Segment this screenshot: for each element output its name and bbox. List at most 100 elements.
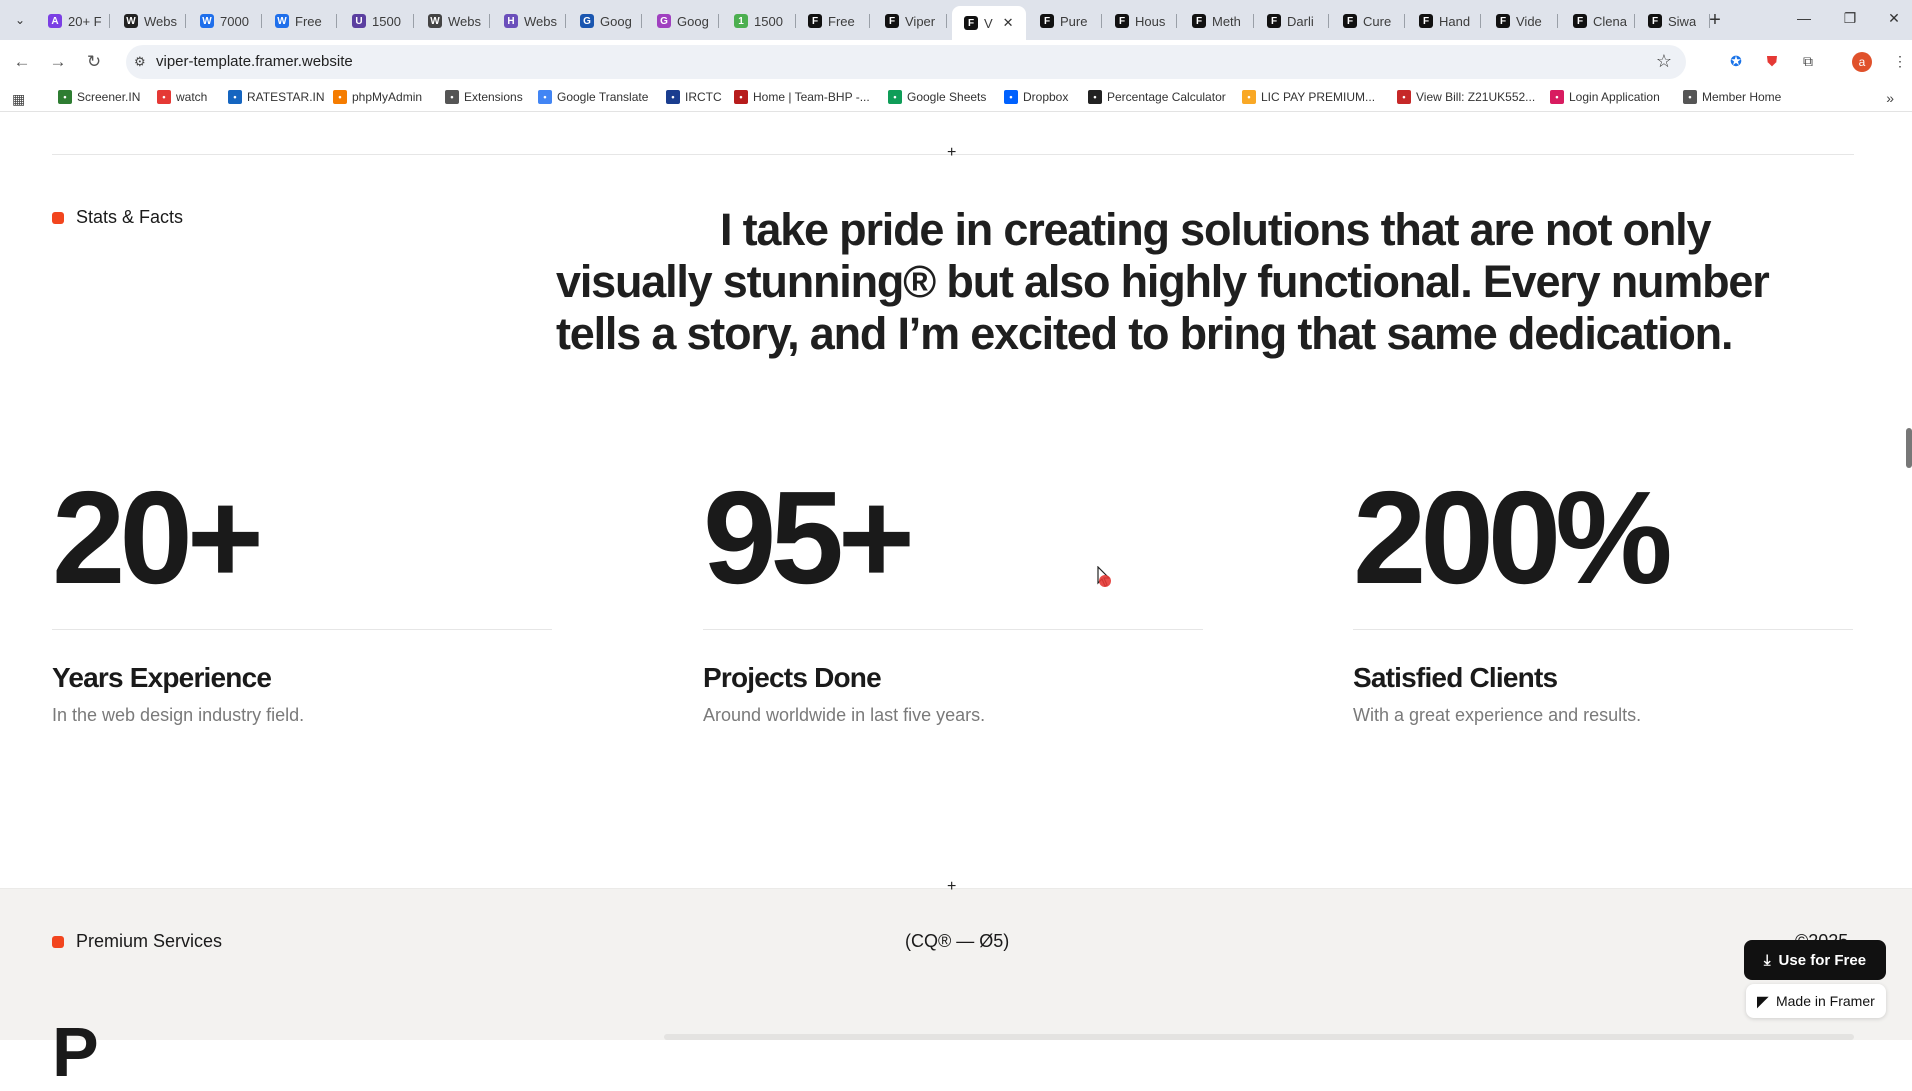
- browser-tab[interactable]: F Clena: [1561, 6, 1635, 36]
- bookmark-item[interactable]: • Member Home: [1683, 90, 1781, 104]
- menu-kebab-icon[interactable]: ⋮: [1890, 51, 1910, 71]
- tab-label: 1500: [754, 13, 783, 29]
- bookmark-favicon-icon: •: [1550, 90, 1564, 104]
- browser-tab[interactable]: F Siwa: [1636, 6, 1710, 36]
- bookmark-favicon-icon: •: [228, 90, 242, 104]
- bookmark-label: Home | Team-BHP -...: [753, 90, 870, 104]
- tab-favicon-icon: F: [1343, 14, 1357, 28]
- tab-favicon-icon: W: [428, 14, 442, 28]
- services-section-tag: Premium Services: [52, 931, 222, 952]
- tab-label: Webs: [448, 13, 481, 29]
- scrollbar-thumb[interactable]: [1906, 428, 1912, 468]
- bookmark-item[interactable]: • watch: [157, 90, 207, 104]
- extension-icon[interactable]: ✪: [1726, 51, 1746, 71]
- bookmark-favicon-icon: •: [1004, 90, 1018, 104]
- divider-plus-icon: +: [947, 878, 957, 895]
- profile-avatar[interactable]: a: [1852, 52, 1872, 72]
- made-in-framer-button[interactable]: ◤ Made in Framer: [1746, 984, 1886, 1018]
- stats-statement: I take pride in creating solutions that …: [556, 204, 1770, 359]
- tab-favicon-icon: F: [885, 14, 899, 28]
- browser-tab[interactable]: F Pure: [1028, 6, 1102, 36]
- minimize-icon[interactable]: —: [1792, 10, 1816, 26]
- tab-label: Webs: [524, 13, 557, 29]
- stat-divider: [1353, 629, 1853, 630]
- browser-tab[interactable]: W Webs: [112, 6, 186, 36]
- browser-tab[interactable]: G Goog: [568, 6, 642, 36]
- browser-tab[interactable]: W Free: [263, 6, 337, 36]
- tab-close-icon[interactable]: ✕: [1003, 15, 1014, 31]
- bookmark-item[interactable]: • View Bill: Z21UK552...: [1397, 90, 1535, 104]
- apps-grid-icon[interactable]: ▦: [12, 91, 25, 108]
- bookmark-label: LIC PAY PREMIUM...: [1261, 90, 1376, 104]
- browser-tab[interactable]: F Darli: [1255, 6, 1329, 36]
- bookmark-item[interactable]: • RATESTAR.IN: [228, 90, 325, 104]
- tab-favicon-icon: W: [200, 14, 214, 28]
- bookmark-item[interactable]: • Screener.IN: [58, 90, 140, 104]
- browser-tab[interactable]: F Hand: [1407, 6, 1481, 36]
- bookmark-favicon-icon: •: [157, 90, 171, 104]
- forward-icon[interactable]: →: [46, 50, 70, 74]
- browser-tab[interactable]: 1 1500: [722, 6, 796, 36]
- browser-tab[interactable]: U 1500: [340, 6, 414, 36]
- bookmarks-bar: ▦ • Screener.IN • watch • RATESTAR.IN • phpMyAd…: [0, 86, 1912, 112]
- bookmark-label: RATESTAR.IN: [247, 90, 325, 104]
- bookmarks-overflow-icon[interactable]: »: [1886, 90, 1894, 106]
- framer-logo-icon: ◤: [1757, 992, 1768, 1009]
- browser-tab[interactable]: F Meth: [1180, 6, 1254, 36]
- stat-title-projects: Projects Done: [703, 662, 882, 693]
- stat-desc-projects: Around worldwide in last five years.: [703, 705, 986, 725]
- url-text[interactable]: viper-template.framer.website: [156, 53, 353, 70]
- bookmark-star-icon[interactable]: ☆: [1656, 51, 1672, 72]
- tab-search-icon[interactable]: ⌄: [8, 8, 32, 32]
- stat-title-years: Years Experience: [52, 662, 272, 693]
- bookmark-item[interactable]: • Extensions: [445, 90, 523, 104]
- use-for-free-label: Use for Free: [1778, 951, 1867, 969]
- browser-tab[interactable]: F V ✕: [952, 6, 1026, 40]
- bookmark-label: phpMyAdmin: [352, 90, 423, 104]
- bookmark-item[interactable]: • Home | Team-BHP -...: [734, 90, 870, 104]
- bookmark-item[interactable]: • Google Translate: [538, 90, 648, 104]
- tab-label: Free: [295, 13, 322, 29]
- restore-icon[interactable]: ❐: [1838, 10, 1862, 27]
- bookmark-item[interactable]: • LIC PAY PREMIUM...: [1242, 90, 1375, 104]
- bookmark-item[interactable]: • IRCTC: [666, 90, 722, 104]
- browser-tab[interactable]: F Vide: [1484, 6, 1558, 36]
- services-heading-partial: P: [52, 1013, 99, 1091]
- bookmark-item[interactable]: • Login Application: [1550, 90, 1660, 104]
- browser-tab[interactable]: F Viper: [873, 6, 947, 36]
- browser-tab[interactable]: H Webs: [492, 6, 566, 36]
- browser-tab[interactable]: W Webs: [416, 6, 490, 36]
- shield-extension-icon[interactable]: ⛊: [1762, 51, 1782, 71]
- browser-tab[interactable]: F Hous: [1103, 6, 1177, 36]
- browser-tab[interactable]: G Goog: [645, 6, 719, 36]
- tab-label: Hand: [1439, 13, 1471, 29]
- services-card-edge: [664, 1034, 1854, 1040]
- tab-favicon-icon: F: [1496, 14, 1510, 28]
- new-tab-button[interactable]: +: [1705, 9, 1725, 31]
- browser-tab[interactable]: F Cure: [1331, 6, 1405, 36]
- address-bar[interactable]: ⚙ viper-template.framer.website ☆: [126, 45, 1686, 79]
- puzzle-icon[interactable]: ⧉: [1798, 51, 1818, 71]
- tab-label: Cure: [1363, 13, 1392, 29]
- bookmark-item[interactable]: • Google Sheets: [888, 90, 986, 104]
- stats-section-tag: Stats & Facts: [52, 207, 183, 228]
- back-icon[interactable]: ←: [10, 50, 34, 74]
- tab-favicon-icon: F: [1648, 14, 1662, 28]
- tab-favicon-icon: F: [1040, 14, 1054, 28]
- browser-tab[interactable]: A 20+ F: [36, 6, 110, 36]
- bookmark-item[interactable]: • Percentage Calculator: [1088, 90, 1226, 104]
- tab-label: Meth: [1212, 13, 1241, 29]
- tab-favicon-icon: G: [580, 14, 594, 28]
- site-info-icon[interactable]: ⚙: [134, 54, 146, 70]
- close-window-icon[interactable]: ✕: [1882, 10, 1906, 27]
- bookmark-favicon-icon: •: [58, 90, 72, 104]
- reload-icon[interactable]: ↻: [82, 50, 106, 74]
- bookmark-item[interactable]: • Dropbox: [1004, 90, 1068, 104]
- use-for-free-button[interactable]: ⤓ Use for Free: [1744, 940, 1886, 980]
- tab-strip: ⌄ A 20+ F W Webs W 7000 W Free U 1500 W Webs H Webs G G…: [0, 0, 1912, 40]
- bookmark-favicon-icon: •: [1088, 90, 1102, 104]
- browser-tab[interactable]: W 7000: [188, 6, 262, 36]
- browser-tab[interactable]: F Free: [796, 6, 870, 36]
- tab-favicon-icon: F: [1192, 14, 1206, 28]
- bookmark-item[interactable]: • phpMyAdmin: [333, 90, 422, 104]
